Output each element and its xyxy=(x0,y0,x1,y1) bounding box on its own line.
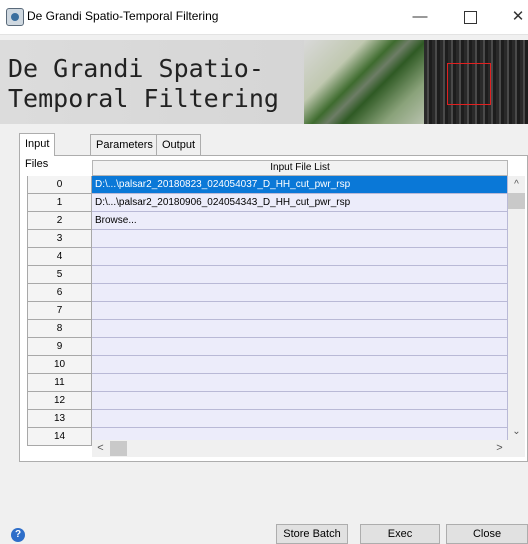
scrollbar-corner xyxy=(508,440,525,457)
file-cell[interactable]: D:\...\palsar2_20180823_024054037_D_HH_c… xyxy=(92,176,508,194)
vertical-scroll-thumb[interactable] xyxy=(508,193,525,209)
scroll-up-icon[interactable]: ^ xyxy=(508,176,525,193)
grid-header: Input File List xyxy=(92,160,508,176)
row-number[interactable]: 4 xyxy=(27,248,92,266)
row-number[interactable]: 7 xyxy=(27,302,92,320)
banner-title: De Grandi Spatio-Temporal Filtering xyxy=(8,54,279,113)
row-number[interactable]: 10 xyxy=(27,356,92,374)
file-cell[interactable] xyxy=(92,302,508,320)
row-number[interactable]: 3 xyxy=(27,230,92,248)
scroll-left-icon[interactable]: < xyxy=(92,440,109,457)
tab-output-files[interactable]: Output Files xyxy=(156,134,202,171)
row-number[interactable]: 8 xyxy=(27,320,92,338)
row-number[interactable]: 11 xyxy=(27,374,92,392)
sar-highlight-box xyxy=(447,63,491,105)
file-cell[interactable] xyxy=(92,374,508,392)
scroll-down-icon[interactable]: ⌄ xyxy=(508,423,525,440)
scroll-right-icon[interactable]: > xyxy=(491,440,508,457)
file-cell[interactable] xyxy=(92,320,508,338)
horizontal-scroll-thumb[interactable] xyxy=(110,441,127,456)
banner: De Grandi Spatio-Temporal Filtering xyxy=(0,40,528,124)
help-icon[interactable]: ? xyxy=(11,528,25,542)
file-cell[interactable]: Browse... xyxy=(92,212,508,230)
close-window-button[interactable]: ✕ xyxy=(500,3,528,31)
row-number[interactable]: 5 xyxy=(27,266,92,284)
row-number[interactable]: 2 xyxy=(27,212,92,230)
maximize-button[interactable] xyxy=(452,3,488,31)
horizontal-scrollbar[interactable]: < > xyxy=(92,440,508,457)
exec-button[interactable]: Exec xyxy=(360,524,440,544)
close-button[interactable]: Close xyxy=(446,524,528,544)
file-cell[interactable]: D:\...\palsar2_20180906_024054343_D_HH_c… xyxy=(92,194,508,212)
row-number[interactable]: 13 xyxy=(27,410,92,428)
file-cell[interactable] xyxy=(92,356,508,374)
file-cell[interactable] xyxy=(92,284,508,302)
row-number[interactable]: 6 xyxy=(27,284,92,302)
file-cell[interactable] xyxy=(92,338,508,356)
row-number[interactable]: 1 xyxy=(27,194,92,212)
tab-input-files[interactable]: Input Files xyxy=(19,133,56,170)
aerial-forest-image xyxy=(304,40,424,124)
window-title: De Grandi Spatio-Temporal Filtering xyxy=(27,9,219,23)
title-bar: De Grandi Spatio-Temporal Filtering — ✕ xyxy=(0,0,528,35)
app-icon xyxy=(6,8,24,26)
vertical-scrollbar[interactable]: ^ ⌄ xyxy=(508,176,525,440)
minimize-button[interactable]: — xyxy=(402,3,438,31)
row-number[interactable]: 14 xyxy=(27,428,92,446)
file-cell[interactable] xyxy=(92,392,508,410)
store-batch-button[interactable]: Store Batch xyxy=(276,524,348,544)
file-cell[interactable] xyxy=(92,248,508,266)
tab-parameters[interactable]: Parameters xyxy=(90,134,159,155)
file-cell[interactable] xyxy=(92,410,508,428)
file-cell[interactable] xyxy=(92,230,508,248)
row-number[interactable]: 0 xyxy=(27,176,92,194)
row-number[interactable]: 12 xyxy=(27,392,92,410)
maximize-icon xyxy=(463,10,477,24)
file-cell[interactable] xyxy=(92,266,508,284)
row-number[interactable]: 9 xyxy=(27,338,92,356)
